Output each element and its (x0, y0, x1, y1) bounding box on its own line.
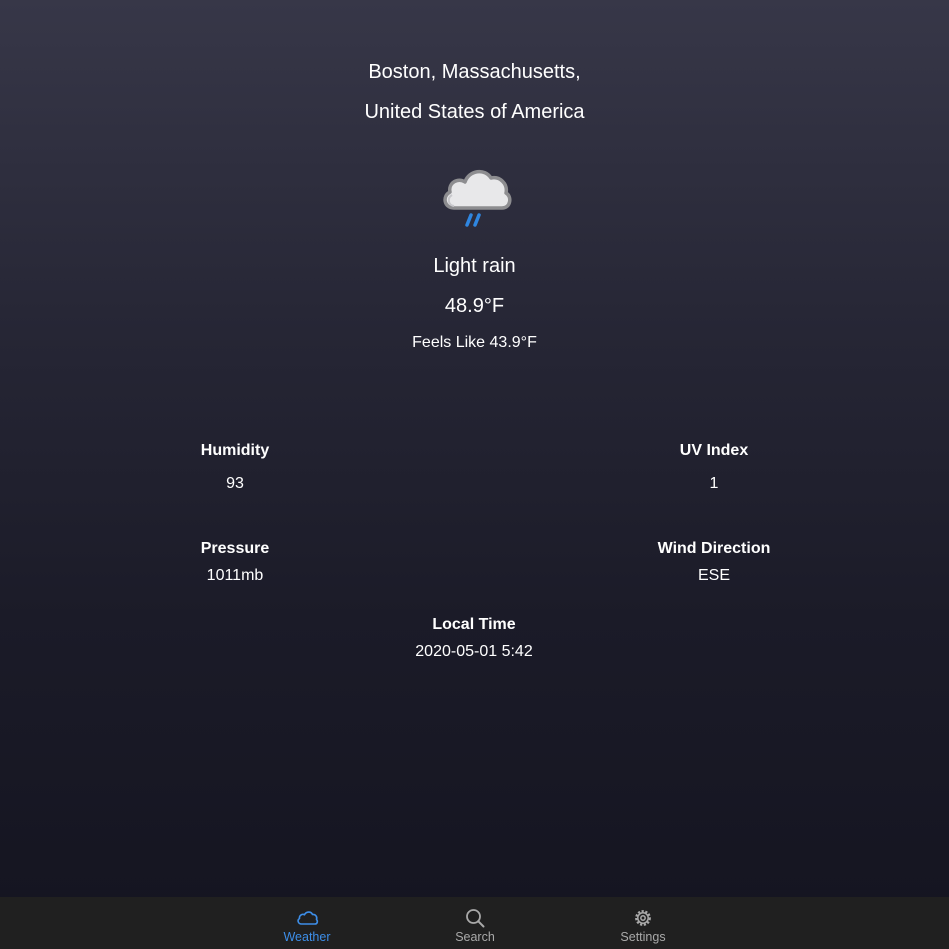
tab-search-label: Search (455, 930, 495, 944)
pressure-value: 1011mb (206, 567, 264, 584)
wind-direction-label: Wind Direction (657, 540, 771, 557)
local-time-value: 2020-05-01 5:42 (415, 643, 533, 660)
wind-direction-stat: Wind Direction ESE (604, 540, 824, 585)
current-temperature: 48.9°F (444, 295, 505, 317)
tab-weather-label: Weather (283, 930, 331, 944)
uv-index-label: UV Index (679, 442, 749, 459)
feels-like: Feels Like 43.9°F (0, 334, 949, 352)
weather-condition: Light rain (433, 255, 516, 277)
bottom-tab-bar: Weather Search Settings (0, 897, 949, 949)
tab-search[interactable]: Search (425, 897, 525, 949)
cloud-rain-icon (443, 169, 512, 227)
gear-icon (635, 910, 651, 926)
tab-weather[interactable]: Weather (257, 897, 357, 949)
tab-settings-label: Settings (620, 930, 666, 944)
humidity-label: Humidity (200, 442, 270, 459)
local-time-stat: Local Time 2020-05-01 5:42 (364, 616, 584, 661)
humidity-stat: Humidity 93 (125, 442, 345, 493)
wind-direction-value: ESE (697, 567, 730, 584)
pressure-label: Pressure (200, 540, 270, 557)
tab-settings[interactable]: Settings (593, 897, 693, 949)
uv-index-value: 1 (709, 475, 719, 492)
location-country: United States of America (364, 101, 585, 123)
feels-like-value: 43.9°F (489, 334, 537, 351)
cloud-icon (297, 911, 319, 925)
feels-like-label: Feels Like (412, 334, 486, 351)
humidity-value: 93 (226, 475, 244, 492)
pressure-stat: Pressure 1011mb (125, 540, 345, 585)
location-city-region: Boston, Massachusetts, (368, 61, 581, 83)
search-icon (466, 909, 485, 928)
uv-index-stat: UV Index 1 (604, 442, 824, 493)
local-time-label: Local Time (432, 616, 516, 633)
